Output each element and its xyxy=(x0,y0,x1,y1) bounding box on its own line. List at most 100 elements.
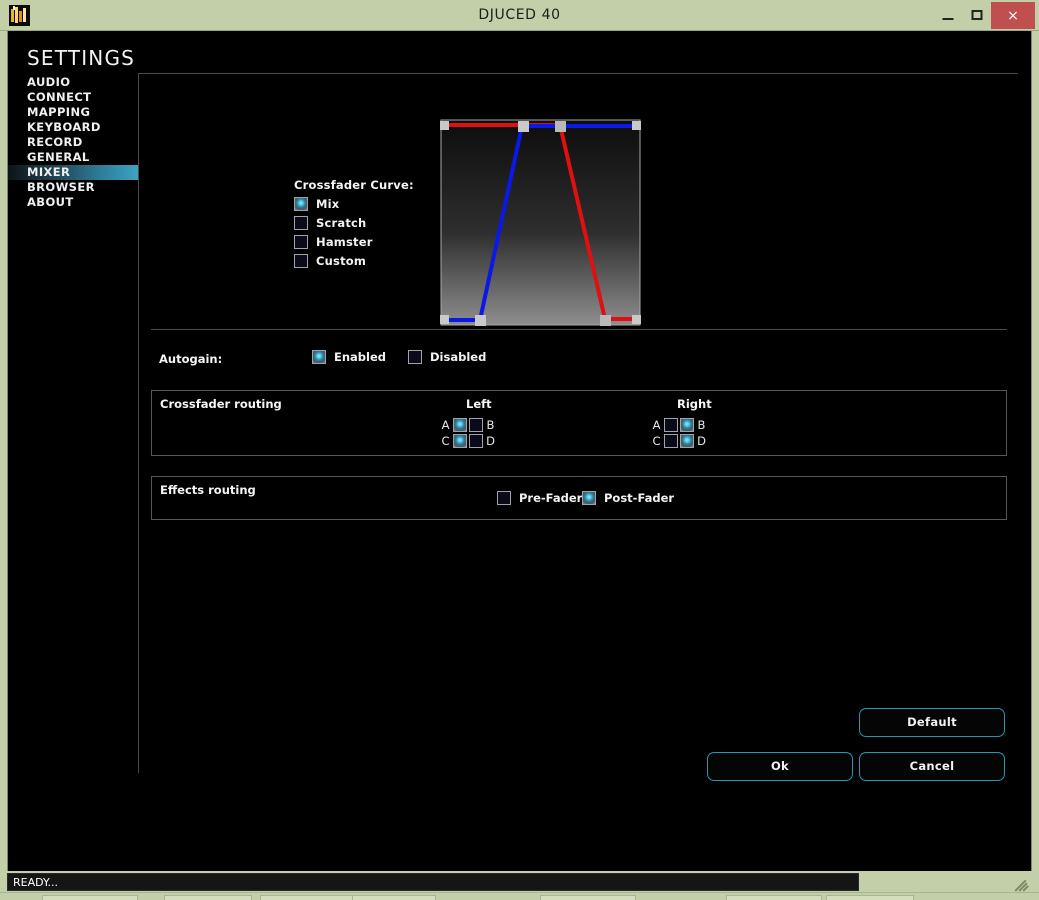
checkbox-unchecked-icon[interactable] xyxy=(408,350,422,364)
taskbar-item[interactable] xyxy=(42,895,138,900)
taskbar-item[interactable] xyxy=(826,895,914,900)
sidebar-item-label: KEYBOARD xyxy=(27,120,101,134)
sidebar-item-mapping[interactable]: MAPPING xyxy=(8,105,138,120)
routing-checkbox-left-d[interactable] xyxy=(469,434,483,448)
checkbox-checked-icon[interactable] xyxy=(294,196,308,211)
taskbar-item[interactable] xyxy=(164,895,252,900)
curve-handle[interactable] xyxy=(440,315,449,324)
sidebar-item-about[interactable]: ABOUT xyxy=(8,195,138,210)
close-button[interactable]: × xyxy=(991,2,1035,29)
routing-tag-c: C xyxy=(441,434,450,448)
checkbox-unchecked-icon[interactable] xyxy=(497,491,511,505)
curve-handle[interactable] xyxy=(475,315,486,326)
ok-button[interactable]: Ok xyxy=(707,752,853,781)
desktop-backdrop: DJUCED 40 × SETTINGS AUDIO CONNECT MAPPI… xyxy=(0,0,1039,900)
sidebar-item-label: CONNECT xyxy=(27,90,92,104)
routing-checkbox-left-b[interactable] xyxy=(469,418,483,432)
sidebar-item-keyboard[interactable]: KEYBOARD xyxy=(8,120,138,135)
routing-tag-b: B xyxy=(697,418,706,432)
resize-grip-icon[interactable] xyxy=(1014,877,1029,892)
routing-row-ab-right: A B xyxy=(650,417,708,433)
curve-option-hamster[interactable]: Hamster xyxy=(294,232,373,251)
routing-checkbox-right-d[interactable] xyxy=(680,434,694,448)
routing-tag-c: C xyxy=(652,434,661,448)
maximize-button[interactable] xyxy=(963,3,990,27)
routing-checkbox-left-a[interactable] xyxy=(453,418,467,432)
checkbox-unchecked-icon[interactable] xyxy=(294,234,308,249)
curve-option-label: Custom xyxy=(316,254,367,269)
routing-checkbox-right-a[interactable] xyxy=(664,418,678,432)
checkbox-checked-icon[interactable] xyxy=(582,491,596,505)
checkbox-checked-icon[interactable] xyxy=(312,350,326,364)
curve-handle[interactable] xyxy=(632,315,641,324)
curve-option-mix[interactable]: Mix xyxy=(294,194,373,213)
taskbar-item[interactable] xyxy=(352,895,436,900)
routing-tag-d: D xyxy=(486,434,495,448)
curve-handle[interactable] xyxy=(440,121,449,130)
cancel-button[interactable]: Cancel xyxy=(859,752,1005,781)
routing-matrix-left: A B C D xyxy=(439,417,497,449)
page-title: SETTINGS xyxy=(27,46,136,70)
sidebar-item-record[interactable]: RECORD xyxy=(8,135,138,150)
effects-option-label: Pre-Fader xyxy=(519,491,583,505)
close-icon: × xyxy=(1007,7,1019,24)
minimize-icon xyxy=(942,17,953,20)
routing-tag-a: A xyxy=(652,418,661,432)
crossfader-curve-options: Mix Scratch Hamster Custom xyxy=(294,194,373,271)
crossfader-curve-svg xyxy=(440,119,641,326)
autogain-option-disabled[interactable]: Disabled xyxy=(408,350,486,364)
curve-option-label: Scratch xyxy=(316,215,367,230)
routing-checkbox-right-c[interactable] xyxy=(664,434,678,448)
sidebar-item-label: ABOUT xyxy=(27,195,74,209)
routing-matrix-right: A B C D xyxy=(650,417,708,449)
graph-plot-area xyxy=(440,119,641,326)
sidebar-item-audio[interactable]: AUDIO xyxy=(8,75,138,90)
autogain-option-enabled[interactable]: Enabled xyxy=(312,350,386,364)
curve-handle[interactable] xyxy=(600,315,611,326)
routing-tag-a: A xyxy=(441,418,450,432)
curve-handle[interactable] xyxy=(555,121,566,132)
effects-option-label: Post-Fader xyxy=(604,491,675,505)
checkbox-unchecked-icon[interactable] xyxy=(294,254,308,269)
crossfader-curve-graph[interactable] xyxy=(440,119,641,326)
sidebar-nav: AUDIO CONNECT MAPPING KEYBOARD RECORD GE… xyxy=(8,75,138,210)
autogain-label: Autogain: xyxy=(159,352,223,366)
minimize-button[interactable] xyxy=(934,3,961,27)
routing-row-cd-right: C D xyxy=(650,433,708,449)
effects-routing-group: Effects routing Pre-Fader Post-Fader xyxy=(151,476,1007,520)
routing-tag-b: B xyxy=(486,418,495,432)
routing-checkbox-right-b[interactable] xyxy=(680,418,694,432)
taskbar-item[interactable] xyxy=(540,895,636,900)
autogain-option-label: Disabled xyxy=(430,350,487,364)
status-field: READY... xyxy=(7,873,859,891)
sidebar-item-label: BROWSER xyxy=(27,180,95,194)
sidebar-item-label: RECORD xyxy=(27,135,83,149)
default-button[interactable]: Default xyxy=(859,708,1005,737)
sidebar-item-label: AUDIO xyxy=(27,75,71,89)
effects-routing-title: Effects routing xyxy=(160,483,256,497)
routing-checkbox-left-c[interactable] xyxy=(453,434,467,448)
sidebar-item-connect[interactable]: CONNECT xyxy=(8,90,138,105)
crossfader-curve-label: Crossfader Curve: xyxy=(294,178,414,192)
effects-option-pre-fader[interactable]: Pre-Fader xyxy=(497,491,582,505)
curve-option-label: Mix xyxy=(316,196,340,211)
curve-option-scratch[interactable]: Scratch xyxy=(294,213,373,232)
window-titlebar: DJUCED 40 × xyxy=(0,0,1039,31)
curve-handle[interactable] xyxy=(632,121,641,130)
curve-option-custom[interactable]: Custom xyxy=(294,252,373,271)
sidebar-item-mixer[interactable]: MIXER xyxy=(8,165,138,180)
settings-sidebar: SETTINGS AUDIO CONNECT MAPPING KEYBOARD … xyxy=(8,31,138,891)
sidebar-item-label: GENERAL xyxy=(27,150,90,164)
routing-right-header: Right xyxy=(677,397,712,411)
sidebar-item-browser[interactable]: BROWSER xyxy=(8,180,138,195)
checkbox-unchecked-icon[interactable] xyxy=(294,215,308,230)
sidebar-item-general[interactable]: GENERAL xyxy=(8,150,138,165)
curve-handle[interactable] xyxy=(518,121,529,132)
sidebar-item-label: MAPPING xyxy=(27,105,91,119)
mixer-settings-panel: Crossfader Curve: Mix Scratch Hamster Cu… xyxy=(138,73,1018,773)
autogain-row: Autogain: Enabled Disabled xyxy=(139,349,1019,371)
os-taskbar xyxy=(0,892,1039,900)
crossfader-routing-title: Crossfader routing xyxy=(160,397,282,411)
effects-option-post-fader[interactable]: Post-Fader xyxy=(582,491,674,505)
taskbar-item[interactable] xyxy=(726,895,822,900)
